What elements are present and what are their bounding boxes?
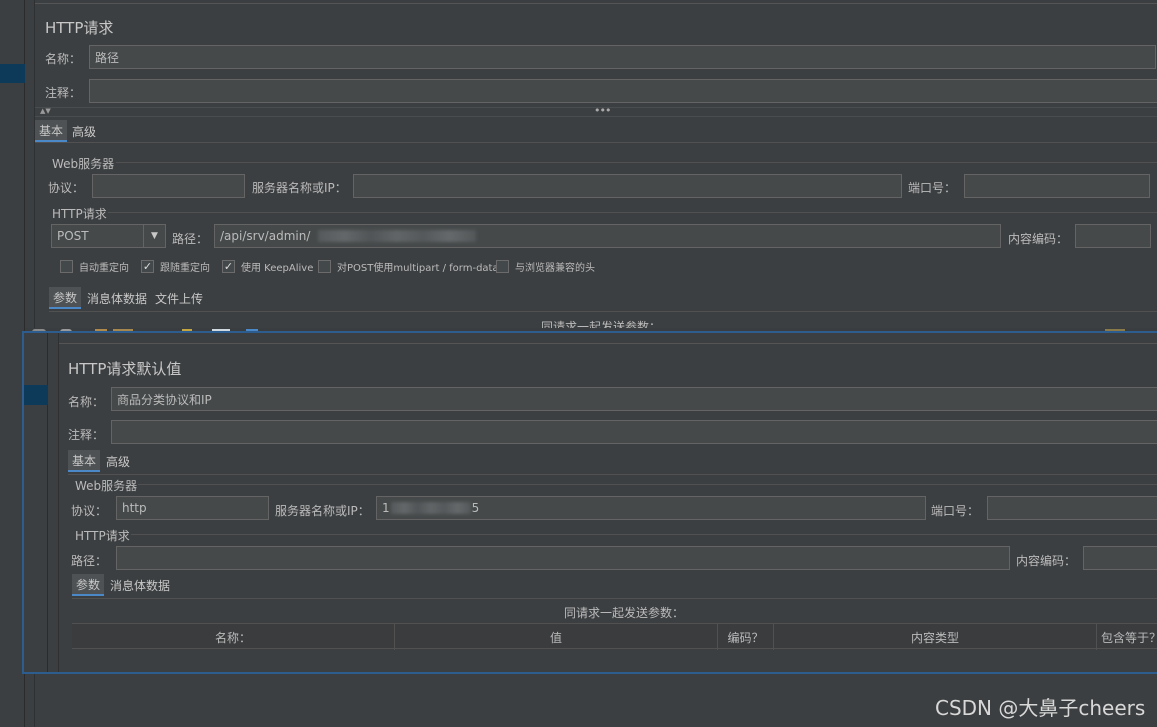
overlay-header-rule [59,343,1157,344]
chevron-down-icon[interactable]: ▼ [143,225,165,247]
group-rule [116,162,1157,163]
collapse-arrows-icon[interactable]: ▲▼ [40,107,51,115]
group-rule [131,534,1157,535]
overlay-window: HTTP请求默认值 名称： 商品分类协议和IP 注释： 基本 高级 Web服务器… [22,331,1157,674]
encoding-field[interactable] [1075,224,1151,248]
method-select[interactable]: POST ▼ [51,224,166,248]
overlay-gutter-line [58,333,59,672]
tab-parameters[interactable]: 参数 [72,574,105,596]
path-value: /api/srv/admin/ [220,229,311,243]
check-icon[interactable]: ✓ [141,260,154,273]
checkbox-box[interactable] [318,260,331,273]
page-title: HTTP请求 [45,19,114,37]
http-request-group-label: HTTP请求 [52,207,107,221]
path-label: 路径： [172,232,209,246]
server-label: 服务器名称或IP： [252,181,347,195]
checkbox-label: 跟随重定向 [160,263,210,274]
checkbox-keepalive[interactable]: ✓ 使用 KeepAlive [222,259,313,274]
subtab-rule [49,311,1157,312]
server-field[interactable] [353,174,902,198]
col-header-name[interactable]: 名称： [72,624,395,650]
port-label: 端口号： [908,181,957,195]
tab-basic[interactable]: 基本 [35,120,68,142]
tab-basic[interactable]: 基本 [68,450,101,472]
protocol-field[interactable]: http [116,496,269,520]
tab-body-data[interactable]: 消息体数据 [106,574,174,596]
tab-file-upload[interactable]: 文件上传 [151,287,207,309]
redacted-ip [390,502,471,514]
checkbox-auto-redirect[interactable]: 自动重定向 [60,259,129,274]
drag-handle-icon[interactable]: ••• [594,104,611,117]
splitter-bar[interactable]: ▲▼ ••• [35,104,1157,117]
comment-label: 注释： [45,86,82,100]
protocol-label: 协议： [71,504,108,518]
checkbox-label: 与浏览器兼容的头 [515,263,595,274]
name-field[interactable]: 路径 [89,45,1156,69]
encoding-label: 内容编码： [1008,232,1069,246]
col-header-value[interactable]: 值 [395,624,718,650]
tab-advanced[interactable]: 高级 [102,450,134,472]
col-header-content-type[interactable]: 内容类型 [774,624,1097,650]
tree-selected-row[interactable] [0,64,25,83]
encoding-label: 内容编码： [1016,554,1077,568]
protocol-field[interactable] [92,174,245,198]
checkbox-label: 对POST使用multipart / form-data [337,263,499,274]
tab-advanced[interactable]: 高级 [68,120,100,142]
col-header-include-equals[interactable]: 包含等于？ [1097,624,1157,650]
name-label: 名称： [45,52,82,66]
watermark: CSDN @大鼻子cheers [935,696,1146,720]
redacted-path [318,230,477,242]
comment-field[interactable] [111,420,1157,444]
params-table-header: 名称： 值 编码？ 内容类型 包含等于？ [72,623,1157,650]
defaults-title: HTTP请求默认值 [68,360,182,378]
server-label: 服务器名称或IP： [275,504,370,518]
comment-field[interactable] [89,79,1157,103]
col-header-encode[interactable]: 编码？ [718,624,774,650]
web-server-group-label: Web服务器 [52,157,115,171]
comment-label: 注释： [68,428,105,442]
tab-parameters[interactable]: 参数 [49,287,82,309]
encoding-field[interactable] [1083,546,1157,570]
group-rule [108,212,1157,213]
checkbox-multipart[interactable]: 对POST使用multipart / form-data [318,259,499,274]
top-header-rule [35,3,1157,4]
checkbox-box[interactable] [60,260,73,273]
checkbox-follow-redirect[interactable]: ✓ 跟随重定向 [141,259,210,274]
protocol-label: 协议： [48,181,85,195]
tab-underline [68,474,1157,475]
name-label: 名称： [68,395,105,409]
tab-underline [35,142,1157,143]
path-field[interactable]: /api/srv/admin/ [214,224,1001,248]
port-field[interactable] [964,174,1150,198]
checkbox-label: 使用 KeepAlive [241,263,314,274]
path-label: 路径： [71,554,108,568]
group-rule [138,484,1157,485]
name-field[interactable]: 商品分类协议和IP [111,387,1157,411]
checkbox-box[interactable] [496,260,509,273]
server-value-end: 5 [471,501,480,515]
web-server-group-label: Web服务器 [75,479,138,493]
method-value: POST [57,229,89,243]
server-field[interactable]: 1 5 [376,496,926,520]
port-field[interactable] [987,496,1157,520]
params-caption: 同请求一起发送参数： [564,606,685,620]
checkbox-browser-headers[interactable]: 与浏览器兼容的头 [496,259,595,274]
tab-body-data[interactable]: 消息体数据 [83,287,151,309]
path-field[interactable] [116,546,1010,570]
server-value-start: 1 [382,501,390,515]
http-request-group-label: HTTP请求 [75,529,130,543]
subtab-rule [72,598,1157,599]
checkbox-label: 自动重定向 [79,263,129,274]
port-label: 端口号： [931,504,980,518]
check-icon[interactable]: ✓ [222,260,235,273]
overlay-tree-selected-row[interactable] [24,385,48,405]
